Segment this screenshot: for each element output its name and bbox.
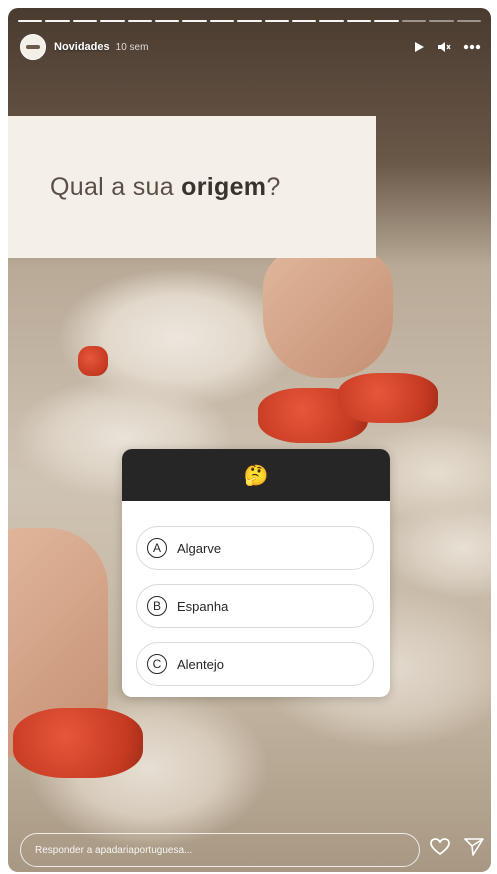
progress-segment [346,20,372,22]
quiz-option-a[interactable]: A Algarve [136,526,374,570]
option-text: Algarve [177,540,222,556]
question-card: Qual a sua origem? [8,116,376,258]
baker-hand-top [263,248,393,378]
progress-segment [209,20,235,22]
avatar[interactable] [20,34,46,60]
progress-segment [72,20,98,22]
post-time: 10 sem [115,41,149,53]
send-icon[interactable] [464,838,484,856]
heart-icon[interactable] [430,838,450,856]
option-letter: C [147,654,167,674]
question-prefix: Qual a sua [50,172,182,201]
progress-segment [456,20,481,22]
chorizo-slice [13,708,143,778]
quiz-header: 🤔 [122,449,390,501]
option-letter: B [147,596,167,616]
story-viewer: Novidades 10 sem Qual a sua origem? 🤔 A … [8,8,491,872]
progress-segment [429,20,454,22]
progress-segment [374,20,399,22]
quiz-sticker: 🤔 A Algarve B Espanha C Alentejo [122,449,390,697]
thinking-face-icon: 🤔 [243,464,269,487]
reply-input[interactable]: Responder a apadariaportuguesa... [20,833,420,867]
progress-segment [401,20,427,22]
option-text: Alentejo [177,656,224,672]
play-icon[interactable] [413,41,425,53]
question-suffix: ? [266,172,281,201]
reply-placeholder: Responder a apadariaportuguesa... [35,844,193,856]
progress-segment [292,20,317,22]
mute-icon[interactable] [437,41,451,53]
progress-segment [100,20,125,22]
account-name[interactable]: Novidades [54,41,110,53]
story-header: Novidades 10 sem [20,34,481,60]
progress-segment [237,20,262,22]
question-text: Qual a sua origem? [50,173,281,202]
progress-segment [127,20,153,22]
more-icon[interactable] [463,44,481,50]
story-progress [18,20,481,22]
quiz-option-b[interactable]: B Espanha [136,584,374,628]
question-bold: origem [181,172,267,201]
progress-segment [182,20,207,22]
option-letter: A [147,538,167,558]
progress-segment [319,20,344,22]
progress-segment [18,20,43,22]
progress-segment [264,20,290,22]
progress-segment [155,20,180,22]
progress-segment [45,20,70,22]
option-text: Espanha [177,598,229,614]
chorizo-slice [338,373,438,423]
quiz-option-c[interactable]: C Alentejo [136,642,374,686]
chorizo-slice [78,346,108,376]
